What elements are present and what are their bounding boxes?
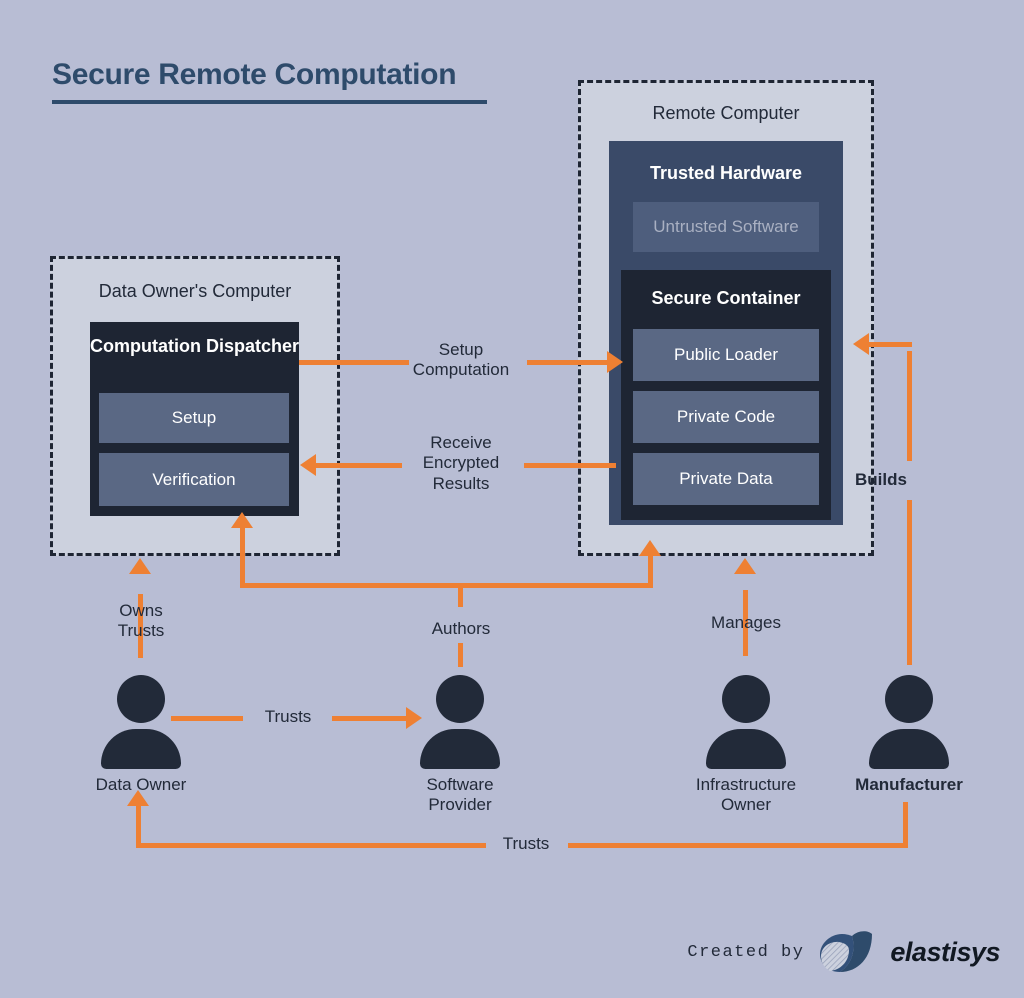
private-code-box: Private Code <box>633 391 819 443</box>
setup-label: Setup <box>171 408 217 427</box>
authors-riser-left <box>240 528 245 586</box>
elastisys-logo-icon <box>818 928 876 976</box>
setup-computation-line-right <box>527 360 609 365</box>
person-body-icon <box>706 729 786 769</box>
person-head-icon <box>722 675 770 723</box>
trusts-bottom-label: Trusts <box>502 834 550 853</box>
actor-software-provider-label: Software Provider <box>426 775 494 815</box>
private-data-box: Private Data <box>633 453 819 505</box>
person-body-icon <box>869 729 949 769</box>
remote-computer-title: Remote Computer <box>652 103 800 123</box>
owns-trusts-label: Owns Trusts <box>117 601 165 641</box>
computation-dispatcher-heading: Computation Dispatcher <box>90 336 300 356</box>
builds-label: Builds <box>855 470 907 489</box>
authors-arrowhead-right <box>639 540 661 556</box>
authors-riser-right <box>648 556 653 586</box>
person-head-icon <box>436 675 484 723</box>
public-loader-box: Public Loader <box>633 329 819 381</box>
builds-line-lower <box>907 500 912 665</box>
person-head-icon <box>117 675 165 723</box>
person-body-icon <box>420 729 500 769</box>
untrusted-software-box: Untrusted Software <box>633 202 819 252</box>
actor-data-owner-label: Data Owner <box>95 775 187 794</box>
actor-software-provider[interactable]: Software Provider <box>420 675 500 814</box>
actor-infrastructure-owner[interactable]: Infrastructure Owner <box>696 675 796 814</box>
owns-trusts-arrowhead <box>129 558 151 574</box>
receive-results-arrowhead <box>300 454 316 476</box>
untrusted-software-label: Untrusted Software <box>653 217 799 236</box>
public-loader-label: Public Loader <box>674 345 778 364</box>
secure-container-heading: Secure Container <box>651 288 801 308</box>
data-owner-computer-title: Data Owner's Computer <box>98 281 292 301</box>
authors-label: Authors <box>431 619 491 638</box>
trusts-bottom-line-left <box>136 843 486 848</box>
builds-line-upper <box>907 351 912 461</box>
trusts-bottom-riser-left <box>136 802 141 848</box>
trusts-bottom-line-right <box>568 843 908 848</box>
verification-label: Verification <box>152 469 236 489</box>
trusts-horizontal-label: Trusts <box>264 707 312 726</box>
trusted-hardware-heading: Trusted Hardware <box>649 163 803 183</box>
diagram-canvas: Secure Remote Computation Remote Compute… <box>0 0 1024 998</box>
authors-bus <box>240 583 653 588</box>
manages-arrowhead <box>734 558 756 574</box>
title-underline <box>52 100 487 104</box>
elastisys-wordmark: elastisys <box>890 936 1000 967</box>
actor-manufacturer-label: Manufacturer <box>855 775 963 794</box>
footer-credit: Created by elastisys <box>687 928 1000 976</box>
manages-label: Manages <box>711 613 781 632</box>
person-body-icon <box>101 729 181 769</box>
trusts-bottom-riser-right <box>903 802 908 848</box>
private-data-label: Private Data <box>679 469 773 488</box>
page-title: Secure Remote Computation <box>52 58 457 91</box>
setup-box: Setup <box>99 393 289 443</box>
person-head-icon <box>885 675 933 723</box>
private-code-label: Private Code <box>676 407 776 426</box>
created-by-label: Created by <box>687 942 805 962</box>
authors-stem-lower <box>458 643 463 667</box>
receive-results-label: Receive Encrypted Results <box>422 433 500 493</box>
builds-line-horizontal <box>869 342 912 347</box>
receive-results-line-right <box>524 463 616 468</box>
builds-arrowhead <box>853 333 869 355</box>
setup-computation-arrowhead <box>607 351 623 373</box>
actor-data-owner[interactable]: Data Owner <box>96 675 186 805</box>
verification-box: Verification <box>99 453 289 506</box>
actor-manufacturer[interactable]: Manufacturer <box>855 675 963 805</box>
setup-computation-label: Setup Computation <box>412 340 510 380</box>
authors-stem-upper <box>458 585 463 607</box>
authors-arrowhead-left <box>231 512 253 528</box>
actor-infrastructure-owner-label: Infrastructure Owner <box>695 775 797 815</box>
